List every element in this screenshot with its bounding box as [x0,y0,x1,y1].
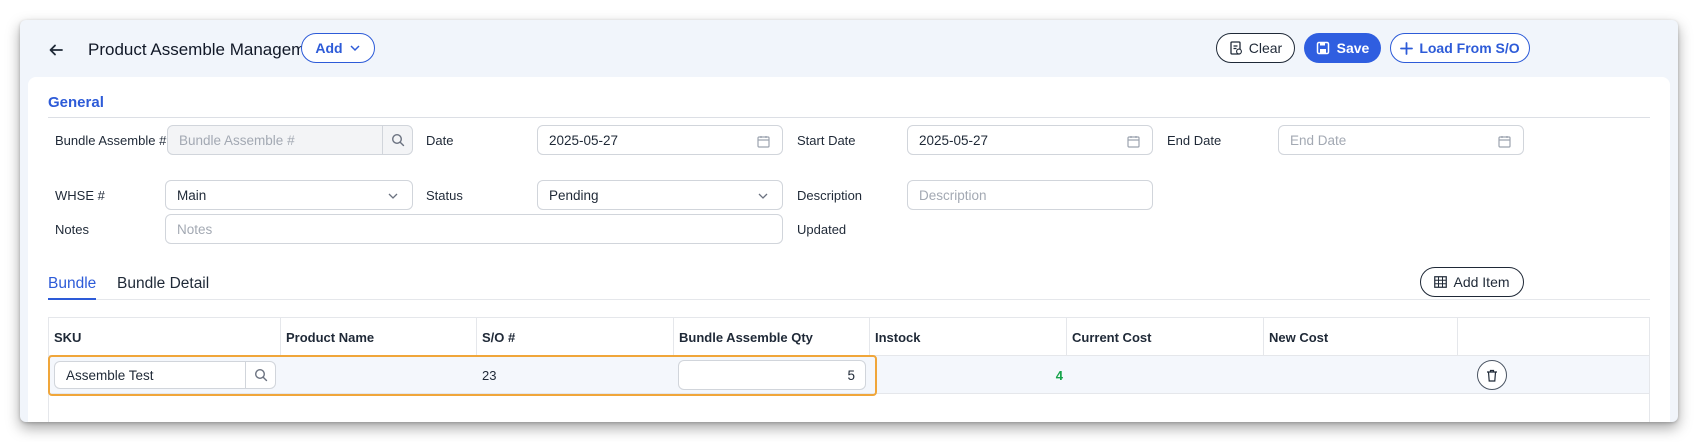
column-header-product-name: Product Name [281,318,477,356]
calendar-icon [755,133,771,149]
column-header-actions [1458,318,1651,356]
save-button-label: Save [1336,40,1370,56]
status-value: Pending [549,187,599,203]
trash-icon [1487,369,1497,382]
date-label: Date [426,133,454,148]
form-card: General Bundle Assemble # Bundle Assembl… [28,77,1670,422]
start-date-label: Start Date [797,133,856,148]
whse-select[interactable]: Main [165,180,413,210]
bundle-assemble-label: Bundle Assemble # [55,133,167,148]
page-title: Product Assemble Management [88,40,329,59]
load-from-so-button[interactable]: Load From S/O [1390,33,1530,63]
description-placeholder: Description [919,187,987,203]
add-button-label: Add [315,40,343,56]
section-title-general: General [48,94,104,111]
start-date-value: 2025-05-27 [919,132,989,148]
notes-placeholder: Notes [177,221,213,237]
back-arrow-icon[interactable] [44,38,68,62]
top-bar: Product Assemble Management Add Clear Sa… [20,20,1678,80]
section-divider [48,117,1650,118]
load-button-label: Load From S/O [1419,40,1520,56]
notes-field[interactable]: Notes [165,214,783,244]
description-label: Description [797,188,863,203]
column-header-so: S/O # [477,318,674,356]
active-tab-indicator [48,298,96,300]
instock-value: 4 [1055,368,1063,383]
bundle-assemble-field[interactable]: Bundle Assemble # [167,125,413,155]
row-highlight [48,355,877,396]
column-header-current-cost: Current Cost [1067,318,1264,356]
add-dropdown-button[interactable]: Add [301,33,375,63]
tab-bundle[interactable]: Bundle [48,275,96,293]
bundle-table: SKU Product Name S/O # Bundle Assemble Q… [48,317,1650,422]
chevron-down-icon [385,188,401,204]
table-header: SKU Product Name S/O # Bundle Assemble Q… [49,318,1649,356]
column-header-sku: SKU [49,318,281,356]
save-button[interactable]: Save [1304,33,1381,63]
end-date-field[interactable]: End Date [1278,125,1524,155]
calendar-icon [1125,133,1141,149]
status-select[interactable]: Pending [537,180,783,210]
date-value: 2025-05-27 [549,132,619,148]
bundle-assemble-placeholder: Bundle Assemble # [179,132,295,148]
tabs-divider [48,299,1650,300]
whse-label: WHSE # [55,188,105,203]
table-icon [1434,276,1448,288]
tab-bundle-detail[interactable]: Bundle Detail [117,275,209,293]
whse-value: Main [177,187,207,203]
updated-label: Updated [797,222,847,237]
start-date-field[interactable]: 2025-05-27 [907,125,1153,155]
clear-doc-icon [1230,41,1242,55]
add-item-label: Add Item [1453,274,1510,290]
app-window: Product Assemble Management Add Clear Sa… [20,20,1678,422]
column-header-instock: Instock [870,318,1067,356]
chevron-down-icon [350,45,360,52]
save-icon [1316,41,1329,55]
chevron-down-icon [755,188,771,204]
plus-icon [1400,41,1414,55]
column-header-qty: Bundle Assemble Qty [674,318,870,356]
add-item-button[interactable]: Add Item [1420,267,1524,297]
clear-button-label: Clear [1248,40,1283,56]
description-field[interactable]: Description [907,180,1153,210]
search-icon[interactable] [382,126,412,154]
date-field[interactable]: 2025-05-27 [537,125,783,155]
end-date-label: End Date [1167,133,1222,148]
column-header-new-cost: New Cost [1264,318,1458,356]
calendar-icon [1496,133,1512,149]
clear-button[interactable]: Clear [1216,33,1295,63]
end-date-placeholder: End Date [1290,132,1347,148]
notes-label: Notes [55,222,89,237]
status-label: Status [426,188,463,203]
delete-row-button[interactable] [1477,360,1507,390]
